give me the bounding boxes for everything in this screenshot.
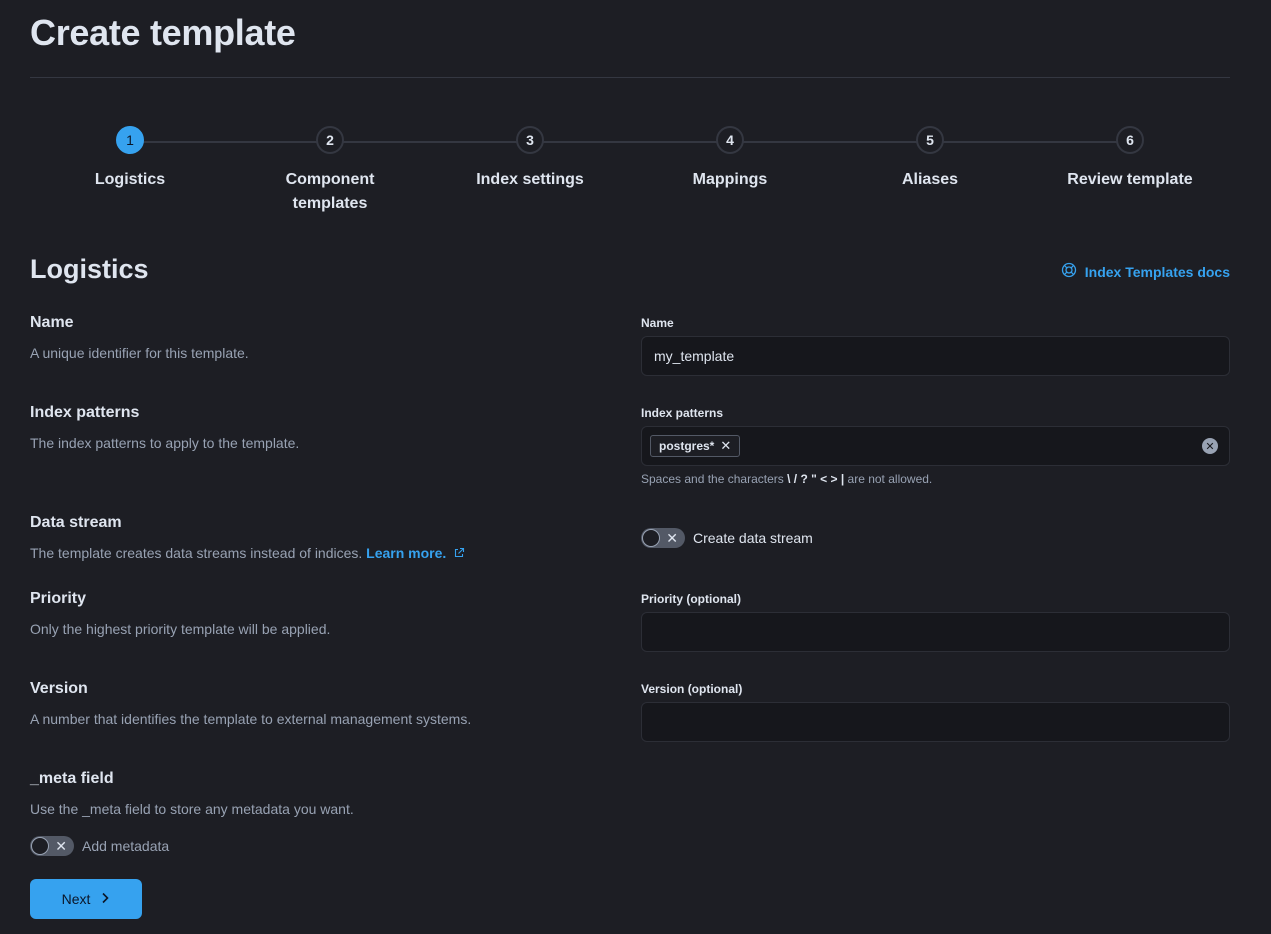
add-metadata-label: Add metadata — [82, 838, 170, 854]
row-name: Name A unique identifier for this templa… — [30, 313, 1230, 383]
step-review-template[interactable]: 6 Review template — [1030, 126, 1230, 192]
switch-knob — [31, 837, 49, 855]
index-patterns-combobox[interactable]: postgres* ✕ ✕ — [641, 426, 1230, 466]
data-stream-description-text: The template creates data streams instea… — [30, 545, 363, 561]
create-data-stream-toggle[interactable]: ✕ Create data stream — [641, 528, 1230, 548]
learn-more-label: Learn more. — [366, 545, 447, 561]
index-patterns-title: Index patterns — [30, 404, 140, 421]
step-label: Aliases — [901, 171, 959, 188]
index-patterns-help: Spaces and the characters \ / ? " < > | … — [641, 471, 1230, 487]
external-link-icon — [450, 545, 465, 561]
index-patterns-field-label: Index patterns — [641, 406, 724, 420]
meta-field-title: _meta field — [30, 770, 114, 787]
step-number: 2 — [316, 126, 344, 154]
learn-more-link[interactable]: Learn more. — [366, 545, 465, 561]
step-logistics[interactable]: 1 Logistics — [30, 126, 230, 192]
row-version: Version A number that identifies the tem… — [30, 679, 1230, 749]
step-number: 3 — [516, 126, 544, 154]
create-data-stream-label: Create data stream — [693, 530, 813, 546]
add-metadata-switch[interactable]: ✕ — [30, 836, 74, 856]
index-patterns-description: The index patterns to apply to the templ… — [30, 435, 300, 451]
docs-link-label: Index Templates docs — [1084, 263, 1230, 280]
row-meta-field: _meta field Use the _meta field to store… — [30, 769, 1230, 859]
priority-field-label: Priority (optional) — [641, 592, 741, 606]
help-lifebuoy-icon — [1061, 262, 1077, 281]
version-field-label: Version (optional) — [641, 682, 743, 696]
section-title: Logistics — [30, 254, 149, 284]
step-number: 4 — [716, 126, 744, 154]
help-prefix: Spaces and the characters — [641, 472, 784, 486]
page-title: Create template — [30, 12, 296, 53]
row-index-patterns: Index patterns The index patterns to app… — [30, 403, 1230, 493]
step-aliases[interactable]: 5 Aliases — [830, 126, 1030, 192]
pill-remove-icon[interactable]: ✕ — [720, 438, 731, 454]
version-description: A number that identifies the template to… — [30, 711, 472, 727]
switch-off-icon: ✕ — [666, 530, 678, 546]
meta-field-description: Use the _meta field to store any metadat… — [30, 801, 354, 817]
add-metadata-toggle[interactable]: ✕ Add metadata — [30, 836, 590, 856]
step-label: Component templates — [285, 171, 375, 212]
row-data-stream: Data stream The template creates data st… — [30, 513, 1230, 573]
priority-description: Only the highest priority template will … — [30, 621, 331, 637]
data-stream-description: The template creates data streams instea… — [30, 543, 590, 563]
chevron-right-icon — [100, 891, 110, 907]
header-divider — [30, 77, 1230, 78]
step-number: 5 — [916, 126, 944, 154]
row-priority: Priority Only the highest priority templ… — [30, 589, 1230, 659]
pill-label: postgres* — [659, 439, 715, 453]
step-label: Logistics — [94, 171, 166, 188]
help-suffix: are not allowed. — [847, 472, 933, 486]
switch-knob — [642, 529, 660, 547]
data-stream-title: Data stream — [30, 514, 122, 531]
step-label: Review template — [1067, 171, 1193, 188]
step-number: 6 — [1116, 126, 1144, 154]
stepper: 1 Logistics 2 Component templates 3 Inde… — [30, 126, 1230, 226]
priority-title: Priority — [30, 590, 87, 607]
next-button-label: Next — [61, 891, 91, 907]
step-component-templates[interactable]: 2 Component templates — [230, 126, 430, 216]
version-title: Version — [30, 680, 88, 697]
index-templates-docs-link[interactable]: Index Templates docs — [1061, 262, 1230, 281]
step-index-settings[interactable]: 3 Index settings — [430, 126, 630, 192]
step-label: Index settings — [476, 171, 584, 188]
step-label: Mappings — [692, 171, 768, 188]
index-pattern-pill: postgres* ✕ — [650, 435, 741, 457]
priority-input[interactable] — [641, 612, 1230, 652]
help-chars: \ / ? " < > | — [787, 472, 845, 486]
next-button[interactable]: Next — [30, 879, 142, 919]
step-number: 1 — [116, 126, 144, 154]
clear-icon[interactable]: ✕ — [1202, 438, 1218, 454]
version-input[interactable] — [641, 702, 1230, 742]
name-description: A unique identifier for this template. — [30, 345, 249, 361]
name-input[interactable] — [641, 336, 1230, 376]
name-title: Name — [30, 314, 74, 331]
create-template-page: Create template 1 Logistics 2 Component … — [30, 0, 1230, 934]
step-mappings[interactable]: 4 Mappings — [630, 126, 830, 192]
name-field-label: Name — [641, 316, 674, 330]
create-data-stream-switch[interactable]: ✕ — [641, 528, 685, 548]
switch-off-icon: ✕ — [55, 838, 67, 854]
